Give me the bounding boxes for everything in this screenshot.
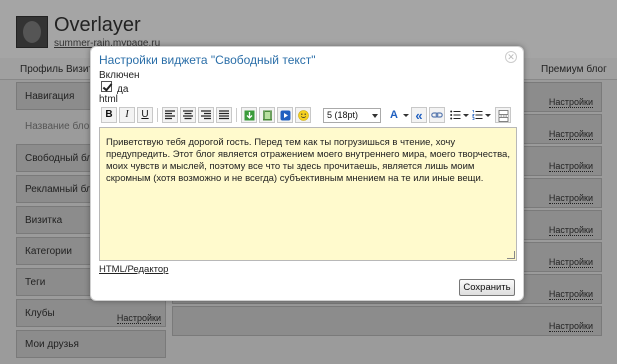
insert-image-icon[interactable]: [241, 107, 257, 123]
widget-clubs[interactable]: Клубы Настройки: [16, 299, 166, 327]
widget-settings-dialog: Настройки виджета "Свободный текст" ✕ Вк…: [90, 46, 524, 301]
toolbar-divider: [157, 108, 158, 122]
html-label: html: [99, 94, 118, 105]
widget-label: Навигация: [25, 91, 75, 102]
underline-button[interactable]: U: [137, 107, 153, 123]
enabled-label: Включен: [99, 70, 140, 81]
widget-label: Визитка: [25, 215, 63, 226]
widget-label: Категории: [25, 246, 72, 257]
nav-profile[interactable]: Профиль: [20, 64, 63, 75]
widget-label: Клубы: [25, 308, 55, 319]
page-break-icon[interactable]: [495, 107, 511, 123]
text-editor[interactable]: Приветствую тебя дорогой гость. Перед те…: [99, 127, 517, 261]
editor-toolbar: B I U 5 (18pt) A «: [99, 105, 517, 127]
enabled-checkbox[interactable]: [101, 81, 112, 92]
bold-button[interactable]: B: [101, 107, 117, 123]
html-editor-toggle-link[interactable]: HTML/Редактор: [99, 264, 168, 275]
widget-label: Теги: [25, 277, 46, 288]
align-left-icon[interactable]: [162, 107, 178, 123]
widget-settings-link[interactable]: Настройки: [548, 257, 593, 268]
widget-settings-link[interactable]: Настройки: [548, 129, 593, 140]
chevron-down-icon: [372, 114, 378, 118]
font-size-select[interactable]: 5 (18pt): [323, 108, 381, 123]
close-icon[interactable]: ✕: [505, 51, 517, 63]
widget-label: Название блога: [25, 121, 99, 132]
widget-label: Мои друзья: [25, 339, 79, 350]
insert-video-icon[interactable]: [277, 107, 293, 123]
italic-button[interactable]: I: [119, 107, 135, 123]
resize-handle[interactable]: [507, 251, 515, 259]
enabled-checkbox-row: да: [101, 81, 141, 95]
enabled-value-label: да: [117, 84, 129, 95]
dialog-title: Настройки виджета "Свободный текст": [99, 53, 316, 67]
chevron-down-icon: [403, 114, 409, 117]
insert-film-icon[interactable]: [259, 107, 275, 123]
widget-settings-link[interactable]: Настройки: [548, 97, 593, 108]
smiley-icon[interactable]: [295, 107, 311, 123]
editor-content: Приветствую тебя дорогой гость. Перед те…: [106, 137, 510, 184]
widget-settings-link[interactable]: Настройки: [548, 225, 593, 236]
widget-settings-link[interactable]: Настройки: [548, 321, 593, 332]
font-color-icon[interactable]: A: [386, 107, 402, 123]
nav-visit[interactable]: Визит: [66, 64, 93, 75]
align-justify-icon[interactable]: [216, 107, 232, 123]
widget-settings-link[interactable]: Настройки: [548, 289, 593, 300]
link-icon[interactable]: [429, 107, 445, 123]
right-widget[interactable]: Настройки: [172, 306, 602, 336]
widget-settings-link[interactable]: Настройки: [548, 161, 593, 172]
align-right-icon[interactable]: [198, 107, 214, 123]
save-button[interactable]: Сохранить: [459, 279, 515, 296]
font-size-value: 5 (18pt): [327, 110, 359, 120]
quote-icon[interactable]: «: [411, 107, 427, 123]
bullet-list-icon[interactable]: [447, 107, 463, 123]
toolbar-divider: [236, 108, 237, 122]
site-title: Overlayer: [54, 14, 141, 36]
avatar: [16, 16, 48, 48]
widget-settings-link[interactable]: Настройки: [548, 193, 593, 204]
widget-settings-link[interactable]: Настройки: [116, 313, 161, 324]
nav-premium[interactable]: Премиум блог: [541, 64, 607, 75]
chevron-down-icon: [485, 114, 491, 117]
align-center-icon[interactable]: [180, 107, 196, 123]
widget-friends[interactable]: Мои друзья: [16, 330, 166, 358]
numbered-list-icon[interactable]: [469, 107, 485, 123]
